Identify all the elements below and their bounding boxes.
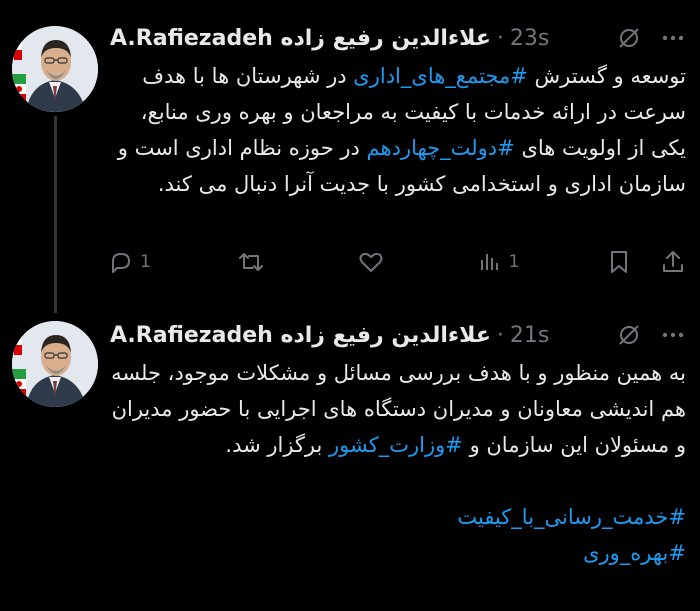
views-button[interactable]: 1 <box>477 249 520 275</box>
avatar[interactable] <box>12 26 98 112</box>
mute-icon[interactable] <box>616 322 642 348</box>
retweet-icon <box>237 249 265 275</box>
tweet-header: A.Rafiezadeh علاءالدین رفیع زاده · 21s <box>110 315 686 355</box>
separator-dot: · <box>496 322 504 348</box>
tweet-text: توسعه و گسترش #مجتمع_های_اداری در شهرستا… <box>110 58 686 202</box>
tweet-2[interactable]: A.Rafiezadeh علاءالدین رفیع زاده · 21s ب… <box>0 305 700 611</box>
avatar-portrait <box>12 321 98 407</box>
hashtag-link[interactable]: #دولت_چهاردهم <box>367 136 515 160</box>
retweet-button[interactable] <box>237 249 271 275</box>
hashtag-link[interactable]: #خدمت_رسانی_با_کیفیت <box>110 499 686 535</box>
avatar-portrait <box>12 26 98 112</box>
more-icon[interactable] <box>660 322 686 348</box>
hashtag-link[interactable]: #وزارت_کشور <box>329 433 463 457</box>
tweet-text: به همین منظور و با هدف بررسی مسائل و مشک… <box>110 355 686 571</box>
views-count: 1 <box>508 252 520 272</box>
bookmark-icon[interactable] <box>606 249 632 275</box>
tweet-header: A.Rafiezadeh علاءالدین رفیع زاده · 23s <box>110 18 686 58</box>
author-name[interactable]: A.Rafiezadeh علاءالدین رفیع زاده <box>110 26 491 51</box>
heart-icon <box>358 249 384 275</box>
thread-line <box>54 116 57 313</box>
timestamp[interactable]: 23s <box>510 26 549 51</box>
author-name[interactable]: A.Rafiezadeh علاءالدین رفیع زاده <box>110 323 491 348</box>
like-button[interactable] <box>358 249 390 275</box>
share-icon[interactable] <box>660 249 686 275</box>
avatar[interactable] <box>12 321 98 407</box>
separator-dot: · <box>496 25 504 51</box>
mute-icon[interactable] <box>616 25 642 51</box>
reply-icon <box>108 249 134 275</box>
hashtag-link[interactable]: #مجتمع_های_اداری <box>353 64 528 88</box>
bookmark-share-group <box>606 249 686 275</box>
hashtag-link[interactable]: #بهره_وری <box>110 535 686 571</box>
text-segment: برگزار شد. <box>225 433 330 457</box>
reply-count: 1 <box>140 252 151 272</box>
tweet-1[interactable]: A.Rafiezadeh علاءالدین رفیع زاده · 23s ت… <box>0 0 700 313</box>
text-paragraph: به همین منظور و با هدف بررسی مسائل و مشک… <box>110 355 686 463</box>
timestamp[interactable]: 21s <box>510 323 549 348</box>
views-icon <box>477 249 503 275</box>
text-segment: توسعه و گسترش <box>527 64 686 88</box>
more-icon[interactable] <box>660 25 686 51</box>
reply-button[interactable]: 1 <box>108 249 151 275</box>
action-bar: 1 1 <box>108 244 686 280</box>
